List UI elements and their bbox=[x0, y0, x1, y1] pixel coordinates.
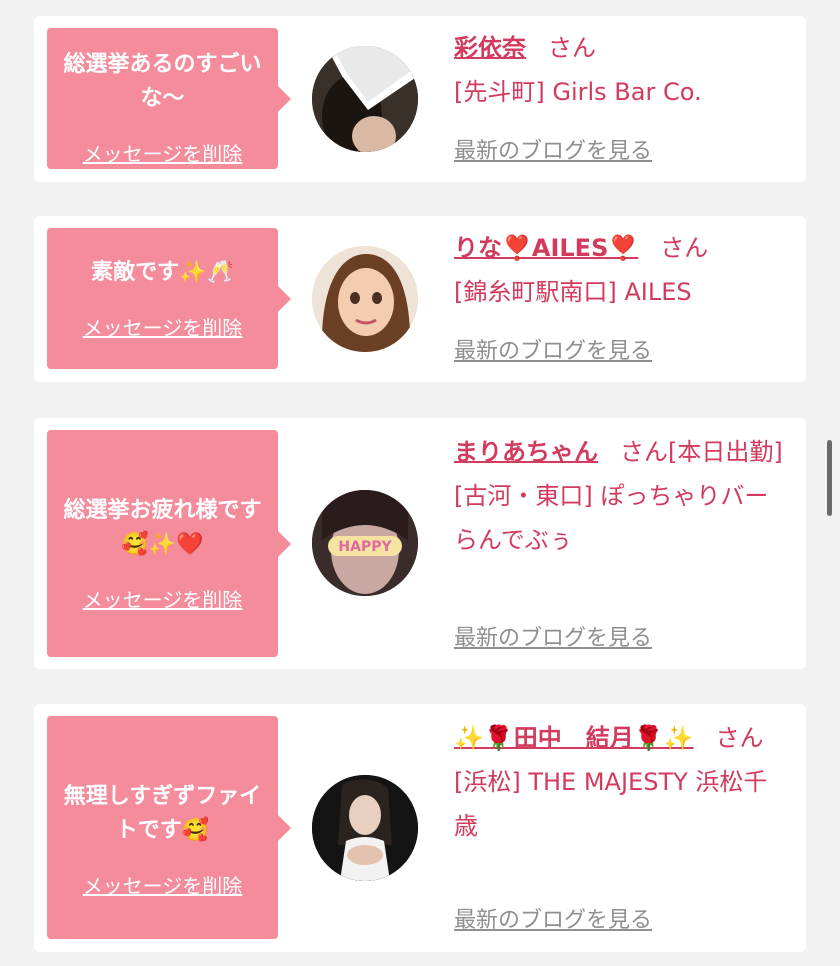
honorific: さん[本日出勤] bbox=[620, 438, 783, 466]
message-bubble: 素敵です✨🥂 メッセージを削除 bbox=[47, 228, 291, 369]
latest-blog-link[interactable]: 最新のブログを見る bbox=[454, 333, 652, 365]
avatar[interactable] bbox=[312, 246, 418, 352]
message-card: 無理しすぎずファイトです🥰 メッセージを削除 ✨🌹田中 結月🌹✨ さん [浜松] … bbox=[34, 704, 806, 952]
girl-info: りな❣️AILES❣️ さん [錦糸町駅南口] AILES bbox=[454, 226, 788, 314]
avatar-photo: HAPPY bbox=[312, 490, 418, 596]
message-text: 素敵です✨🥂 bbox=[91, 260, 234, 285]
message-card: 素敵です✨🥂 メッセージを削除 りな❣️AILES❣️ さん [錦糸町駅南口] A… bbox=[34, 216, 806, 382]
message-text: 総選挙お疲れ様です🥰✨❤️ bbox=[63, 498, 262, 557]
avatar[interactable] bbox=[312, 775, 418, 881]
delete-message-link[interactable]: メッセージを削除 bbox=[47, 312, 278, 341]
message-text: 総選挙あるのすごいな〜 bbox=[63, 52, 262, 111]
latest-blog-link[interactable]: 最新のブログを見る bbox=[454, 620, 652, 652]
honorific: さん bbox=[548, 34, 596, 62]
shop-name: [錦糸町駅南口] AILES bbox=[454, 278, 692, 306]
scrollbar[interactable] bbox=[827, 440, 832, 516]
girl-name-link[interactable]: 彩依奈 bbox=[454, 34, 526, 62]
message-bubble: 総選挙お疲れ様です🥰✨❤️ メッセージを削除 bbox=[47, 430, 291, 657]
message-bubble: 総選挙あるのすごいな〜 メッセージを削除 bbox=[47, 28, 291, 169]
honorific: さん bbox=[660, 234, 709, 262]
avatar[interactable] bbox=[312, 46, 418, 152]
latest-blog-link[interactable]: 最新のブログを見る bbox=[454, 902, 652, 934]
shop-name: [先斗町] Girls Bar Co. bbox=[454, 78, 702, 106]
avatar-photo bbox=[312, 246, 418, 352]
avatar-photo bbox=[312, 46, 418, 152]
delete-message-link[interactable]: メッセージを削除 bbox=[47, 138, 278, 167]
honorific: さん bbox=[715, 724, 764, 752]
girl-info: ✨🌹田中 結月🌹✨ さん [浜松] THE MAJESTY 浜松千歳 bbox=[454, 716, 788, 848]
avatar-photo bbox=[312, 775, 418, 881]
avatar[interactable]: HAPPY bbox=[312, 490, 418, 596]
girl-info: まりあちゃん さん[本日出勤] [古河・東口] ぽっちゃりバー らんでぶぅ bbox=[454, 430, 788, 562]
latest-blog-link[interactable]: 最新のブログを見る bbox=[454, 133, 652, 165]
girl-name-link[interactable]: りな❣️AILES❣️ bbox=[454, 234, 638, 262]
girl-name-link[interactable]: まりあちゃん bbox=[454, 438, 598, 466]
message-text: 無理しすぎずファイトです🥰 bbox=[63, 784, 262, 843]
girl-name-link[interactable]: ✨🌹田中 結月🌹✨ bbox=[454, 724, 694, 752]
avatar-photo-text: HAPPY bbox=[338, 539, 392, 555]
shop-name: [古河・東口] ぽっちゃりバー らんでぶぅ bbox=[454, 482, 769, 554]
shop-name: [浜松] THE MAJESTY 浜松千歳 bbox=[454, 768, 768, 840]
message-card: 総選挙あるのすごいな〜 メッセージを削除 彩依奈 さん [先斗町] Girls B… bbox=[34, 16, 806, 182]
message-bubble: 無理しすぎずファイトです🥰 メッセージを削除 bbox=[47, 716, 291, 939]
girl-info: 彩依奈 さん [先斗町] Girls Bar Co. bbox=[454, 26, 788, 114]
delete-message-link[interactable]: メッセージを削除 bbox=[47, 870, 278, 899]
delete-message-link[interactable]: メッセージを削除 bbox=[47, 584, 278, 613]
message-card: 総選挙お疲れ様です🥰✨❤️ メッセージを削除 HAPPY まりあちゃん さん[本日… bbox=[34, 418, 806, 669]
